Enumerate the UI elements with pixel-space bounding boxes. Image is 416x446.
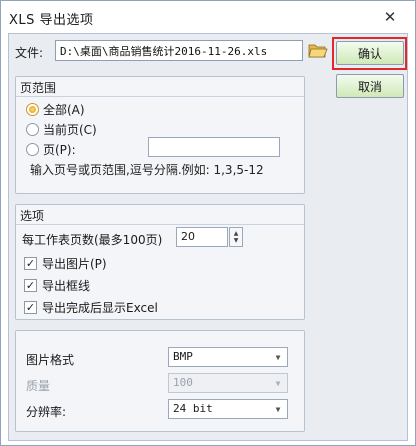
- file-label: 文件:: [15, 46, 44, 60]
- radio-pages-label: 页(P):: [43, 143, 76, 157]
- check-export-images[interactable]: ✓ 导出图片(P): [24, 255, 107, 272]
- group-divider: [16, 96, 304, 97]
- check-export-borders[interactable]: ✓ 导出框线: [24, 277, 90, 294]
- radio-all[interactable]: 全部(A): [26, 101, 85, 118]
- image-settings-group: 图片格式 BMP ▼ 质量 100 ▼ 分辨率: 24 bit ▼: [15, 330, 305, 432]
- file-path-input[interactable]: D:\桌面\商品销售统计2016-11-26.xls: [55, 40, 303, 61]
- pages-per-sheet-spinner[interactable]: ▲ ▼: [229, 227, 243, 247]
- page-range-hint: 输入页号或页范围,逗号分隔.例如: 1,3,5-12: [30, 163, 264, 177]
- options-title: 选项: [20, 209, 45, 223]
- radio-pages[interactable]: 页(P):: [26, 141, 76, 158]
- close-icon[interactable]: ✕: [379, 7, 401, 27]
- check-export-borders-label: 导出框线: [42, 279, 91, 293]
- title-bar: XLS 导出选项 ✕: [1, 1, 415, 33]
- page-range-group: 页范围 全部(A) 当前页(C) 页(P): 输入页号或页范围,逗号分隔.例如:…: [15, 76, 305, 194]
- options-group: 选项 每工作表页数(最多100页) 20 ▲ ▼ ✓ 导出图片(P) ✓ 导出框…: [15, 204, 305, 320]
- radio-current-page-label: 当前页(C): [43, 123, 97, 137]
- check-export-images-label: 导出图片(P): [42, 257, 107, 271]
- folder-open-icon[interactable]: [308, 41, 328, 59]
- ok-button[interactable]: 确认: [336, 41, 404, 65]
- check-show-excel[interactable]: ✓ 导出完成后显示Excel: [24, 299, 158, 316]
- radio-all-label: 全部(A): [43, 103, 85, 117]
- group-divider: [16, 224, 304, 225]
- chevron-down-icon[interactable]: ▼: [271, 350, 285, 364]
- page-range-title: 页范围: [20, 81, 57, 95]
- chevron-down-icon: ▼: [275, 378, 281, 388]
- quality-value: 100: [173, 376, 193, 389]
- checkbox-show-excel[interactable]: ✓: [24, 301, 37, 314]
- pages-per-sheet-input[interactable]: 20: [176, 227, 228, 247]
- radio-all-button[interactable]: [26, 103, 39, 116]
- radio-pages-button[interactable]: [26, 143, 39, 156]
- image-format-select[interactable]: BMP ▼: [168, 347, 288, 367]
- quality-select: 100 ▼: [168, 373, 288, 393]
- checkbox-export-borders[interactable]: ✓: [24, 279, 37, 292]
- cancel-button[interactable]: 取消: [336, 74, 404, 98]
- dialog-body: 文件: D:\桌面\商品销售统计2016-11-26.xls 确认 取消 页范围…: [8, 33, 408, 441]
- image-format-label: 图片格式: [26, 353, 75, 367]
- check-show-excel-label: 导出完成后显示Excel: [42, 301, 158, 315]
- radio-current-page[interactable]: 当前页(C): [26, 121, 97, 138]
- chevron-down-icon[interactable]: ▼: [271, 402, 285, 416]
- checkbox-export-images[interactable]: ✓: [24, 257, 37, 270]
- resolution-value: 24 bit: [173, 402, 213, 415]
- resolution-label: 分辨率:: [26, 405, 67, 419]
- resolution-select[interactable]: 24 bit ▼: [168, 399, 288, 419]
- spin-down-icon[interactable]: ▼: [234, 237, 239, 244]
- radio-current-page-button[interactable]: [26, 123, 39, 136]
- quality-label: 质量: [26, 379, 51, 393]
- pages-input[interactable]: [148, 137, 280, 157]
- xls-export-dialog: XLS 导出选项 ✕ 文件: D:\桌面\商品销售统计2016-11-26.xl…: [0, 0, 416, 446]
- image-format-value: BMP: [173, 350, 193, 363]
- dialog-title: XLS 导出选项: [9, 13, 94, 28]
- pages-per-sheet-label: 每工作表页数(最多100页): [22, 233, 163, 247]
- spin-up-icon[interactable]: ▲: [234, 230, 239, 237]
